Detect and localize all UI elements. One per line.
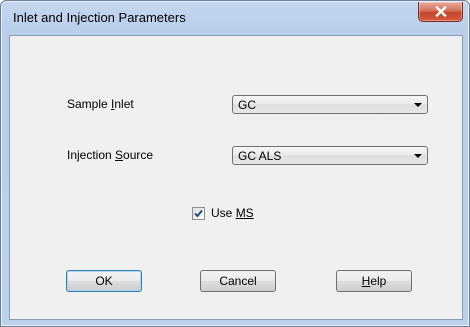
- dialog-client-area: Sample Inlet GC Injection Source GC ALS …: [9, 35, 463, 320]
- sample-inlet-dropdown[interactable]: GC: [232, 95, 428, 114]
- dialog-window: Inlet and Injection Parameters Sample In…: [0, 0, 470, 327]
- use-ms-label: Use MS: [211, 206, 254, 220]
- close-x-icon: [434, 6, 447, 17]
- window-title: Inlet and Injection Parameters: [13, 10, 186, 25]
- help-button-label: Help: [361, 274, 387, 288]
- cancel-button-label: Cancel: [219, 274, 257, 288]
- injection-source-dropdown[interactable]: GC ALS: [232, 146, 428, 165]
- ok-button[interactable]: OK: [66, 270, 142, 292]
- cancel-button[interactable]: Cancel: [200, 270, 276, 292]
- help-button[interactable]: Help: [336, 270, 412, 292]
- use-ms-checkbox[interactable]: [192, 206, 205, 220]
- use-ms-option[interactable]: Use MS: [192, 205, 254, 221]
- checkmark-icon: [194, 209, 203, 217]
- close-button[interactable]: [418, 2, 463, 22]
- chevron-down-icon: [414, 103, 422, 107]
- chevron-down-icon: [414, 154, 422, 158]
- injection-source-label: Injection Source: [67, 148, 154, 162]
- ok-button-label: OK: [95, 274, 113, 288]
- sample-inlet-value: GC: [238, 98, 256, 112]
- sample-inlet-label: Sample Inlet: [67, 97, 134, 111]
- injection-source-value: GC ALS: [238, 149, 282, 163]
- title-bar[interactable]: Inlet and Injection Parameters: [1, 1, 469, 35]
